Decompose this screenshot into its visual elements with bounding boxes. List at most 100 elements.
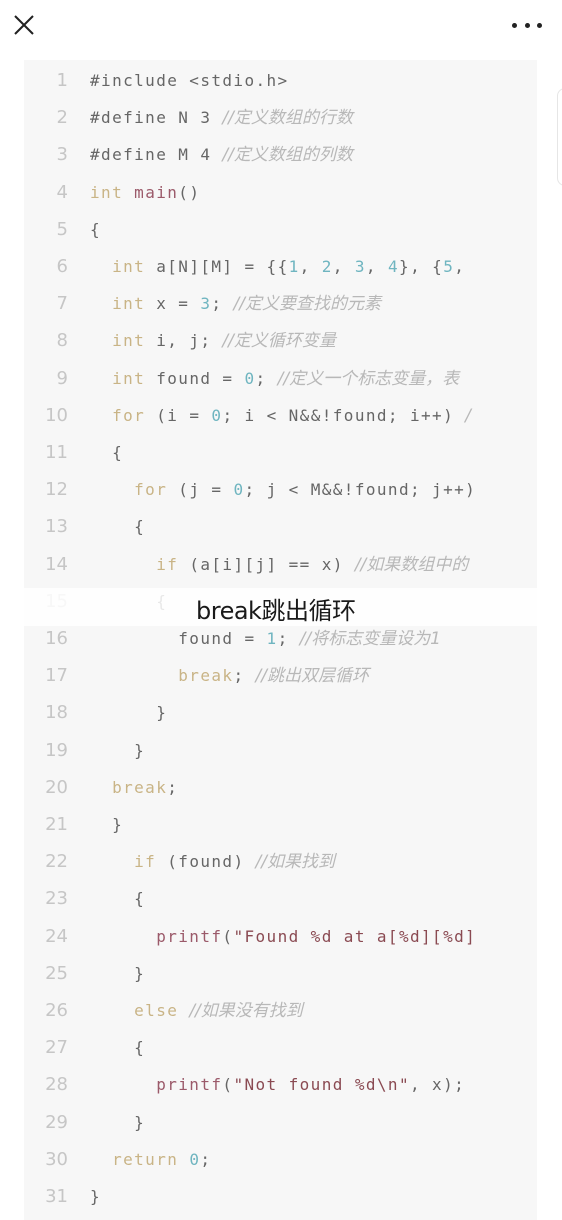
code-text: int a[N][M] = {{1, 2, 3, 4}, {5, — [90, 248, 465, 285]
code-line: 3 #define M 4 //定义数组的列数 — [24, 136, 537, 173]
code-text: int i, j; //定义循环变量 — [90, 322, 336, 360]
code-token-plain: ; — [200, 1149, 212, 1169]
line-number: 31 — [45, 1186, 68, 1207]
code-token-plain: #define M 4 — [90, 145, 223, 165]
code-token-plain: ; j < M&&!found; j++) — [244, 480, 477, 500]
code-token-cm: //如果数组中的 — [354, 554, 469, 575]
line-number: 26 — [45, 1000, 68, 1021]
code-text: } — [90, 1104, 145, 1141]
code-line: 7 int x = 3; //定义要查找的元素 — [24, 285, 537, 322]
code-token-num: 0 — [233, 480, 245, 500]
code-token-plain: #include <stdio.h> — [90, 71, 289, 90]
code-token-plain: () — [178, 182, 201, 202]
code-token-plain: a[N][M] = {{ — [145, 257, 289, 276]
code-token-kw: int — [112, 257, 146, 276]
code-token-kw: break — [112, 777, 168, 797]
code-token-num: 1 — [266, 629, 278, 648]
code-text: break; //跳出双层循环 — [90, 657, 369, 695]
code-text: #define M 4 //定义数组的列数 — [90, 136, 353, 174]
code-line: 1 #include <stdio.h> — [24, 62, 537, 99]
code-text: int main() — [90, 174, 200, 211]
code-token-cm: //跳出双层循环 — [255, 666, 369, 687]
code-token-kw: int — [112, 331, 146, 351]
code-line: 6 int a[N][M] = {{1, 2, 3, 4}, {5, — [24, 248, 537, 285]
code-text: for (i = 0; i < N&&!found; i++) / — [90, 397, 471, 435]
code-text: } — [90, 1178, 101, 1215]
code-token-plain: , x); — [409, 1075, 466, 1095]
code-token-num: 2 — [321, 257, 333, 276]
code-token-plain: x = — [145, 294, 201, 314]
code-token-plain: (j = — [167, 480, 234, 500]
code-token-cm: //如果没有找到 — [189, 1001, 303, 1021]
code-token-plain: , — [454, 257, 466, 276]
code-block: 1 #include <stdio.h> 2 #define N 3 //定义数组的行… — [24, 60, 537, 1220]
line-number: 19 — [45, 739, 68, 761]
line-number: 17 — [45, 665, 68, 687]
line-number: 13 — [45, 516, 68, 538]
code-line: 23 { — [24, 880, 537, 917]
more-horizontal-icon — [512, 22, 517, 28]
code-token-plain: ; — [233, 666, 256, 686]
code-token-plain: (i = — [145, 405, 212, 425]
code-token-plain: { — [90, 517, 146, 537]
code-text: } — [90, 806, 123, 843]
line-number: 27 — [45, 1037, 68, 1059]
code-token-cm: //将标志变量设为1 — [299, 629, 441, 649]
code-line: 25 } — [24, 955, 537, 992]
close-button[interactable] — [12, 13, 36, 37]
code-token-cm: //定义要查找的元素 — [233, 294, 381, 315]
code-line: 11 { — [24, 434, 537, 471]
code-token-plain: (found) — [156, 852, 256, 872]
code-line: 2 #define N 3 //定义数组的行数 — [24, 99, 537, 136]
code-text: if (a[i][j] == x) //如果数组中的 — [90, 546, 468, 584]
code-text: } — [90, 694, 167, 731]
code-token-kw: int — [112, 368, 146, 388]
more-options-button[interactable] — [512, 18, 542, 32]
code-text: for (j = 0; j < M&&!found; j++) — [90, 471, 476, 508]
code-token-kw: if — [156, 554, 179, 574]
line-number: 23 — [45, 888, 68, 910]
line-number: 11 — [45, 442, 68, 463]
code-token-kw: int — [112, 294, 146, 314]
line-number: 18 — [45, 702, 68, 724]
code-token-kw: break — [178, 666, 234, 686]
code-token-num: 3 — [354, 257, 366, 276]
caption-text: break跳出循环 — [196, 597, 356, 625]
code-text: #define N 3 //定义数组的行数 — [90, 99, 353, 137]
code-text: if (found) //如果找到 — [90, 843, 335, 881]
code-line: 30 return 0; — [24, 1141, 537, 1178]
code-token-num: 5 — [443, 257, 455, 276]
code-token-plain: , — [332, 257, 355, 276]
code-token-num: 0 — [189, 1149, 201, 1169]
code-token-cm: //定义循环变量 — [222, 331, 336, 352]
code-line: 4 int main() — [24, 174, 537, 211]
code-token-cm: //定义数组的行数 — [222, 108, 353, 129]
code-line: 13 { — [24, 508, 537, 545]
code-line: 8 int i, j; //定义循环变量 — [24, 322, 537, 359]
code-token-num: 0 — [244, 368, 256, 388]
code-line: 18 } — [24, 694, 537, 731]
line-number: 24 — [45, 925, 68, 947]
code-token-kw: for — [112, 405, 146, 425]
code-token-fn: printf — [156, 1075, 223, 1095]
code-token-plain: { — [90, 889, 146, 909]
line-number: 25 — [45, 962, 68, 984]
code-line: 14 if (a[i][j] == x) //如果数组中的 — [24, 546, 537, 583]
code-text: { — [90, 880, 145, 917]
code-text: { — [90, 1029, 145, 1066]
code-text: } — [90, 955, 145, 992]
code-text: else //如果没有找到 — [90, 992, 303, 1030]
code-line: 27 { — [24, 1029, 537, 1066]
code-line: 28 printf("Not found %d\n", x); — [24, 1066, 537, 1103]
code-line: 9 int found = 0; //定义一个标志变量，表 — [24, 360, 537, 397]
line-number: 1 — [56, 70, 68, 91]
code-text: int found = 0; //定义一个标志变量，表 — [90, 360, 459, 398]
more-horizontal-icon — [524, 22, 530, 28]
code-line: 24 printf("Found %d at a[%d][%d] — [24, 918, 537, 955]
code-text: { — [90, 211, 101, 248]
line-number: 6 — [56, 256, 68, 277]
